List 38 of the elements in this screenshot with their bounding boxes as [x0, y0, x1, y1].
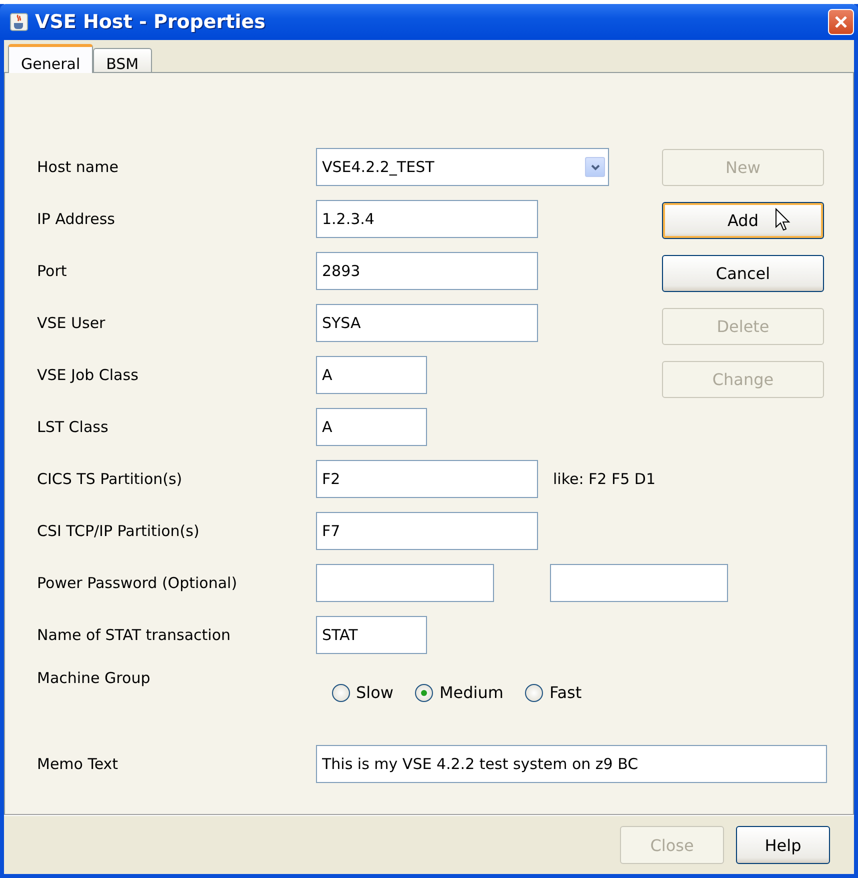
window-title: VSE Host - Properties: [35, 11, 266, 33]
hint-text: like: F2 F5 D1: [553, 470, 656, 488]
close-icon[interactable]: [834, 15, 848, 29]
cup-icon: [10, 13, 28, 31]
input-field[interactable]: This is my VSE 4.2.2 test system on z9 BC: [316, 745, 827, 783]
radio-option[interactable]: Medium: [415, 683, 504, 702]
field-label: VSE Job Class: [37, 366, 140, 384]
pointer-icon: [775, 208, 791, 232]
button[interactable]: Cancel: [662, 255, 824, 292]
input-field[interactable]: STAT: [316, 616, 427, 654]
radio-option[interactable]: Fast: [525, 683, 582, 702]
input-field[interactable]: [316, 564, 494, 602]
button[interactable]: Add: [662, 202, 824, 239]
tab[interactable]: General: [8, 44, 94, 73]
input-field[interactable]: 2893: [316, 252, 538, 290]
field-label: LST Class: [37, 418, 110, 436]
input-field[interactable]: A: [316, 356, 427, 394]
host-dropdown[interactable]: VSE4.2.2_TEST: [316, 148, 609, 186]
field-label: IP Address: [37, 210, 116, 228]
close-button[interactable]: [828, 9, 854, 35]
tab[interactable]: BSM: [93, 48, 152, 72]
input-field[interactable]: A: [316, 408, 427, 446]
input-field[interactable]: 1.2.3.4: [316, 200, 538, 238]
field-label: VSE User: [37, 314, 106, 332]
field-label: Name of STAT transaction: [37, 626, 232, 644]
input-field[interactable]: F7: [316, 512, 538, 550]
field-label: Memo Text: [37, 755, 120, 773]
field-label: Host name: [37, 158, 120, 176]
field-label: CSI TCP/IP Partition(s): [37, 522, 200, 540]
field-label: Machine Group: [37, 669, 152, 687]
field-label: CICS TS Partition(s): [37, 470, 184, 488]
button[interactable]: Help: [736, 826, 830, 864]
field-label: Power Password (Optional): [37, 574, 238, 592]
input-field[interactable]: [550, 564, 728, 602]
field-label: Port: [37, 262, 68, 280]
input-field[interactable]: SYSA: [316, 304, 538, 342]
input-field[interactable]: F2: [316, 460, 538, 498]
radio-option[interactable]: Slow: [332, 683, 394, 702]
